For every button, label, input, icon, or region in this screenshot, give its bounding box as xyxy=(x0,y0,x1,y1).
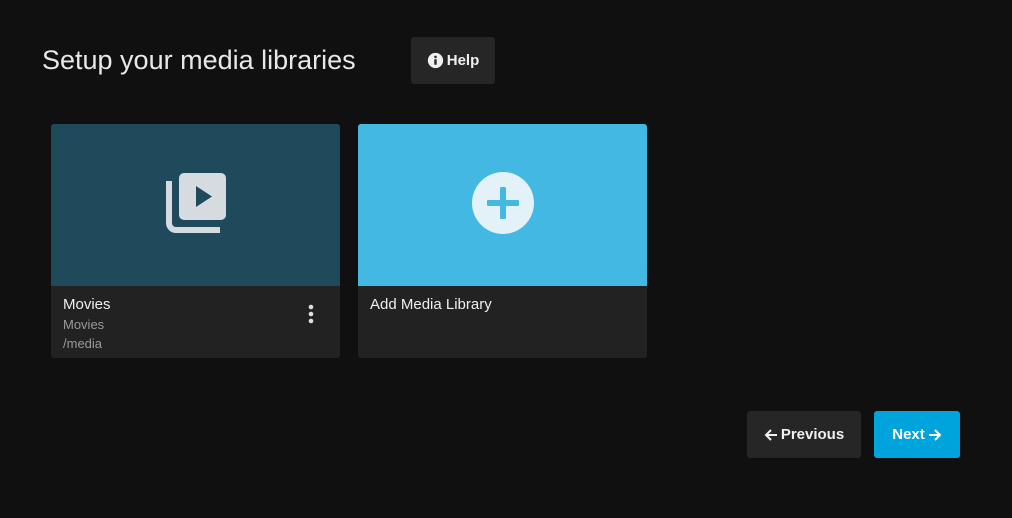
arrow-left-icon xyxy=(764,428,778,442)
library-path: /media xyxy=(63,336,103,351)
library-title: Movies xyxy=(63,296,111,313)
add-library-card-image xyxy=(358,124,647,286)
library-card-footer: Movies Movies /media xyxy=(51,286,340,358)
wizard-page: Setup your media libraries Help Movies M… xyxy=(0,0,1012,518)
add-media-library-card[interactable]: Add Media Library xyxy=(358,124,647,358)
more-vertical-icon xyxy=(308,304,314,329)
info-icon xyxy=(427,52,444,69)
help-button[interactable]: Help xyxy=(411,37,495,84)
help-label: Help xyxy=(446,52,480,69)
library-card-image xyxy=(51,124,340,286)
add-library-title: Add Media Library xyxy=(370,296,492,313)
previous-button[interactable]: Previous xyxy=(747,411,861,458)
page-title: Setup your media libraries xyxy=(42,45,356,75)
add-circle-icon xyxy=(471,171,535,240)
previous-label: Previous xyxy=(780,426,845,443)
arrow-right-icon xyxy=(928,428,942,442)
video-library-icon xyxy=(164,171,228,240)
more-options-button[interactable] xyxy=(302,303,320,329)
next-label: Next xyxy=(892,426,925,443)
add-library-card-footer: Add Media Library xyxy=(358,286,647,324)
library-type: Movies xyxy=(63,317,105,332)
next-button[interactable]: Next xyxy=(874,411,960,458)
library-card-movies[interactable]: Movies Movies /media xyxy=(51,124,340,358)
